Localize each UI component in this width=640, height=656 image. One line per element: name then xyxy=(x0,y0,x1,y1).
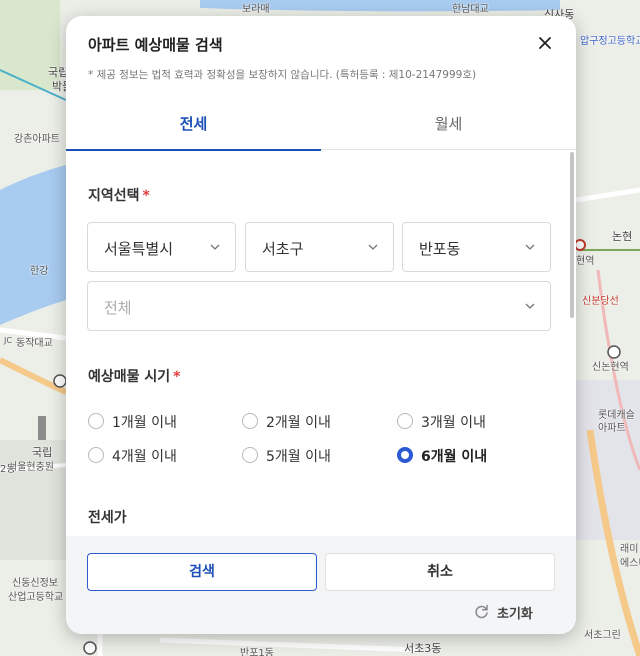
radio-label: 1개월 이내 xyxy=(112,415,177,431)
map-label: 에스티 xyxy=(620,558,640,569)
map-label: 압구정고등학교 xyxy=(580,36,640,47)
scrollbar[interactable] xyxy=(570,152,574,318)
modal-header: 아파트 예상매물 검색 * 제공 정보는 법적 효력과 정확성을 보장하지 않습… xyxy=(66,16,576,116)
reset-button[interactable]: 초기화 xyxy=(473,602,555,622)
map-label: 신동신정보 xyxy=(12,578,58,589)
radio-icon xyxy=(397,413,413,429)
map-label: 산업고등학교 xyxy=(8,592,64,603)
tab-jeonse[interactable]: 전세 xyxy=(66,104,321,151)
city-select-value: 서울특별시 xyxy=(104,240,174,258)
tab-wolse[interactable]: 월세 xyxy=(321,104,576,150)
complex-select-value: 전체 xyxy=(104,299,132,317)
radio-label: 2개월 이내 xyxy=(266,415,331,431)
radio-icon xyxy=(88,447,104,463)
reset-label: 초기화 xyxy=(497,607,533,622)
radio-icon xyxy=(242,413,258,429)
modal-title: 아파트 예상매물 검색 xyxy=(88,36,223,54)
map-label: 서초3동 xyxy=(404,642,442,655)
map-label: 논현 xyxy=(612,230,633,243)
modal-body: 지역선택* 서울특별시 서초구 반포동 전체 예상매물 시기* 1개월 이내 xyxy=(66,150,576,536)
map-label: 서초그린 xyxy=(584,630,621,641)
chevron-down-icon xyxy=(525,303,535,309)
required-mark: * xyxy=(142,188,150,204)
price-section-label: 전세가 xyxy=(88,507,127,527)
refresh-icon xyxy=(475,604,488,619)
region-label: 지역선택 xyxy=(88,188,140,204)
radio-label: 5개월 이내 xyxy=(266,449,331,465)
map-label: 동작대교 xyxy=(16,338,53,349)
complex-select[interactable]: 전체 xyxy=(87,281,551,331)
radio-label: 6개월 이내 xyxy=(421,449,488,465)
radio-icon xyxy=(88,413,104,429)
map-label: 현역 xyxy=(576,256,595,267)
district-select-value: 서초구 xyxy=(262,240,304,258)
radio-icon xyxy=(397,447,413,463)
period-label: 예상매물 시기 xyxy=(88,369,171,385)
dong-select[interactable]: 반포동 xyxy=(402,222,551,272)
chevron-down-icon xyxy=(368,244,378,250)
price-label: 전세가 xyxy=(88,510,127,526)
map-label: 2동 xyxy=(0,464,16,475)
map-label: 보라매 xyxy=(242,4,270,15)
map-label: JC xyxy=(4,336,12,345)
modal-footer: 검색 취소 초기화 xyxy=(66,536,576,634)
search-modal: 아파트 예상매물 검색 * 제공 정보는 법적 효력과 정확성을 보장하지 않습… xyxy=(66,16,576,634)
cancel-button[interactable]: 취소 xyxy=(325,553,555,591)
city-select[interactable]: 서울특별시 xyxy=(87,222,236,272)
map-label: 래미 xyxy=(620,544,639,555)
chevron-down-icon xyxy=(210,244,220,250)
map-label: 강촌아파트 xyxy=(14,134,60,145)
dong-select-value: 반포동 xyxy=(419,240,461,258)
close-icon xyxy=(539,37,551,49)
map-label: 반포1동 xyxy=(240,648,274,656)
disclaimer-notice: * 제공 정보는 법적 효력과 정확성을 보장하지 않습니다. (특허등록 : … xyxy=(88,69,477,81)
map-label: 신논현역 xyxy=(592,362,629,373)
district-select[interactable]: 서초구 xyxy=(245,222,394,272)
radio-label: 3개월 이내 xyxy=(421,415,486,431)
search-button[interactable]: 검색 xyxy=(87,553,317,591)
radio-label: 4개월 이내 xyxy=(112,449,177,465)
chevron-down-icon xyxy=(525,244,535,250)
required-mark: * xyxy=(173,369,181,385)
region-section-label: 지역선택 * xyxy=(88,185,150,205)
tab-bar: 전세 월세 xyxy=(66,104,576,151)
map-label: 한강 xyxy=(30,266,49,277)
close-button[interactable] xyxy=(534,32,556,54)
map-label: 한남대교 xyxy=(452,4,489,15)
period-section-label: 예상매물 시기 * xyxy=(88,366,180,386)
map-label: 아파트 xyxy=(598,423,626,434)
map-label: 신분당선 xyxy=(582,296,619,307)
radio-icon xyxy=(242,447,258,463)
